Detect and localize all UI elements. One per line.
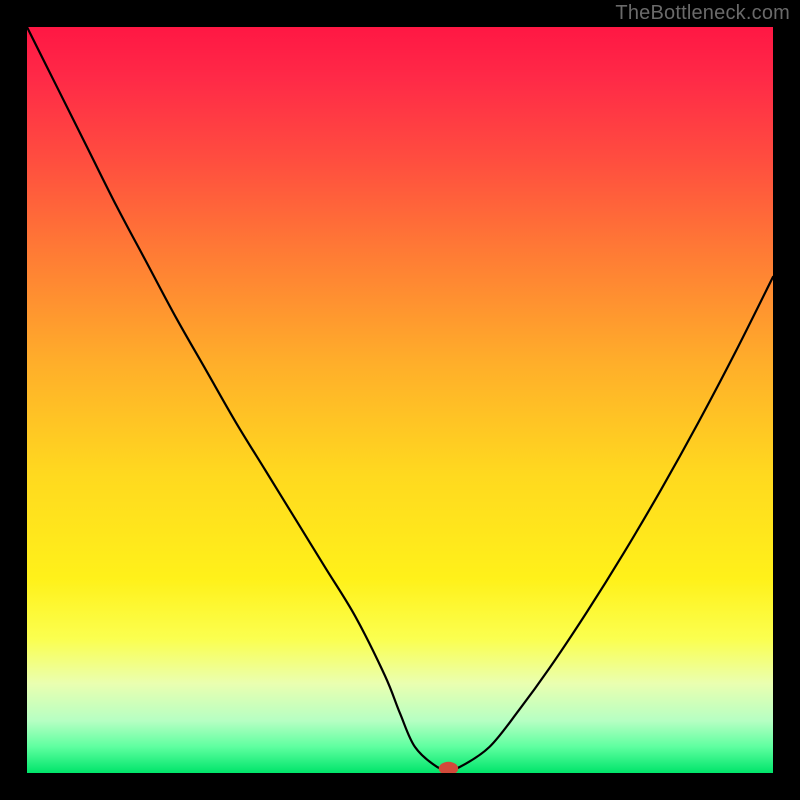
chart-svg [27,27,773,773]
chart-background [27,27,773,773]
watermark-text: TheBottleneck.com [615,2,790,25]
chart-plot-area [27,27,773,773]
chart-frame: TheBottleneck.com [0,0,800,800]
